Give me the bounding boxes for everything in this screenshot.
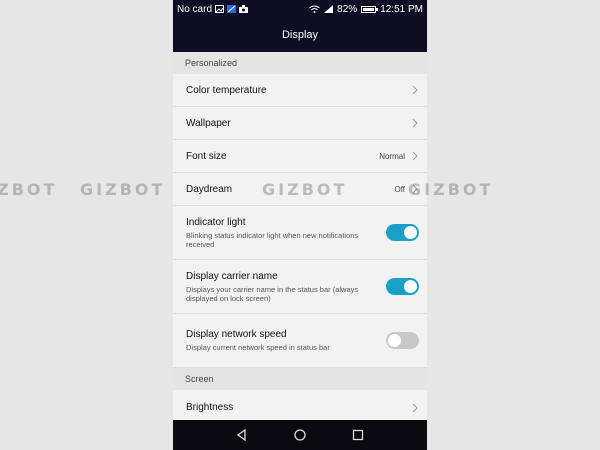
watermark-text: GIZBOT (0, 180, 58, 199)
setting-label: Display network speed (186, 329, 287, 340)
watermark-text: GIZBOT (80, 180, 166, 199)
navigation-bar (173, 420, 427, 450)
setting-value: Off (394, 184, 405, 194)
indicator-light-toggle[interactable] (386, 224, 419, 241)
chevron-right-icon (412, 151, 418, 161)
setting-font-size[interactable]: Font size Normal (173, 140, 427, 173)
chevron-right-icon (412, 85, 418, 95)
carrier-text: No card (177, 3, 213, 15)
chevron-right-icon (412, 118, 418, 128)
section-title: Personalized (185, 58, 238, 68)
setting-label: Daydream (186, 183, 233, 195)
section-header-personalized: Personalized (173, 52, 427, 74)
back-icon[interactable] (235, 428, 249, 442)
recents-icon[interactable] (351, 428, 365, 442)
setting-wallpaper[interactable]: Wallpaper (173, 107, 427, 140)
setting-label: Wallpaper (186, 117, 231, 129)
toggle-knob (388, 334, 401, 347)
section-title: Screen (185, 374, 214, 384)
camera-icon (239, 5, 249, 13)
setting-label: Color temperature (186, 84, 267, 96)
display-network-speed-toggle[interactable] (386, 332, 419, 349)
toggle-knob (404, 226, 417, 239)
battery-percent: 82% (337, 3, 358, 15)
chevron-right-icon (412, 184, 418, 194)
setting-label: Font size (186, 150, 227, 162)
setting-description: Displays your carrier name in the status… (186, 284, 359, 303)
clock: 12:51 PM (380, 3, 423, 15)
toggle-knob (404, 280, 417, 293)
phone-screen: No card 82% 12:51 PM Display Personalize… (173, 0, 427, 450)
setting-description: Display current network speed in status … (186, 343, 330, 352)
setting-color-temperature[interactable]: Color temperature (173, 74, 427, 107)
setting-display-network-speed[interactable]: Display network speed Display current ne… (173, 314, 427, 368)
image-icon (215, 5, 225, 13)
setting-label: Display carrier name (186, 270, 278, 282)
section-header-screen: Screen (173, 368, 427, 390)
status-bar: No card 82% 12:51 PM (173, 0, 427, 18)
app-icon (227, 5, 237, 13)
setting-description: Blinking status indicator light when new… (186, 230, 359, 249)
wifi-icon (309, 5, 320, 13)
home-icon[interactable] (293, 428, 307, 442)
chevron-right-icon (412, 403, 418, 412)
battery-level-fill (363, 7, 374, 11)
setting-value: Normal (379, 151, 405, 161)
page-title: Display (281, 29, 319, 41)
display-carrier-name-toggle[interactable] (386, 278, 419, 295)
page-title-bar: Display (173, 18, 427, 52)
setting-daydream[interactable]: Daydream Off (173, 173, 427, 206)
setting-display-carrier-name[interactable]: Display carrier name Displays your carri… (173, 260, 427, 314)
setting-label: Indicator light (186, 216, 246, 228)
signal-icon (324, 5, 334, 13)
setting-indicator-light[interactable]: Indicator light Blinking status indicato… (173, 206, 427, 260)
setting-label: Brightness (186, 402, 234, 413)
battery-icon (361, 5, 379, 13)
